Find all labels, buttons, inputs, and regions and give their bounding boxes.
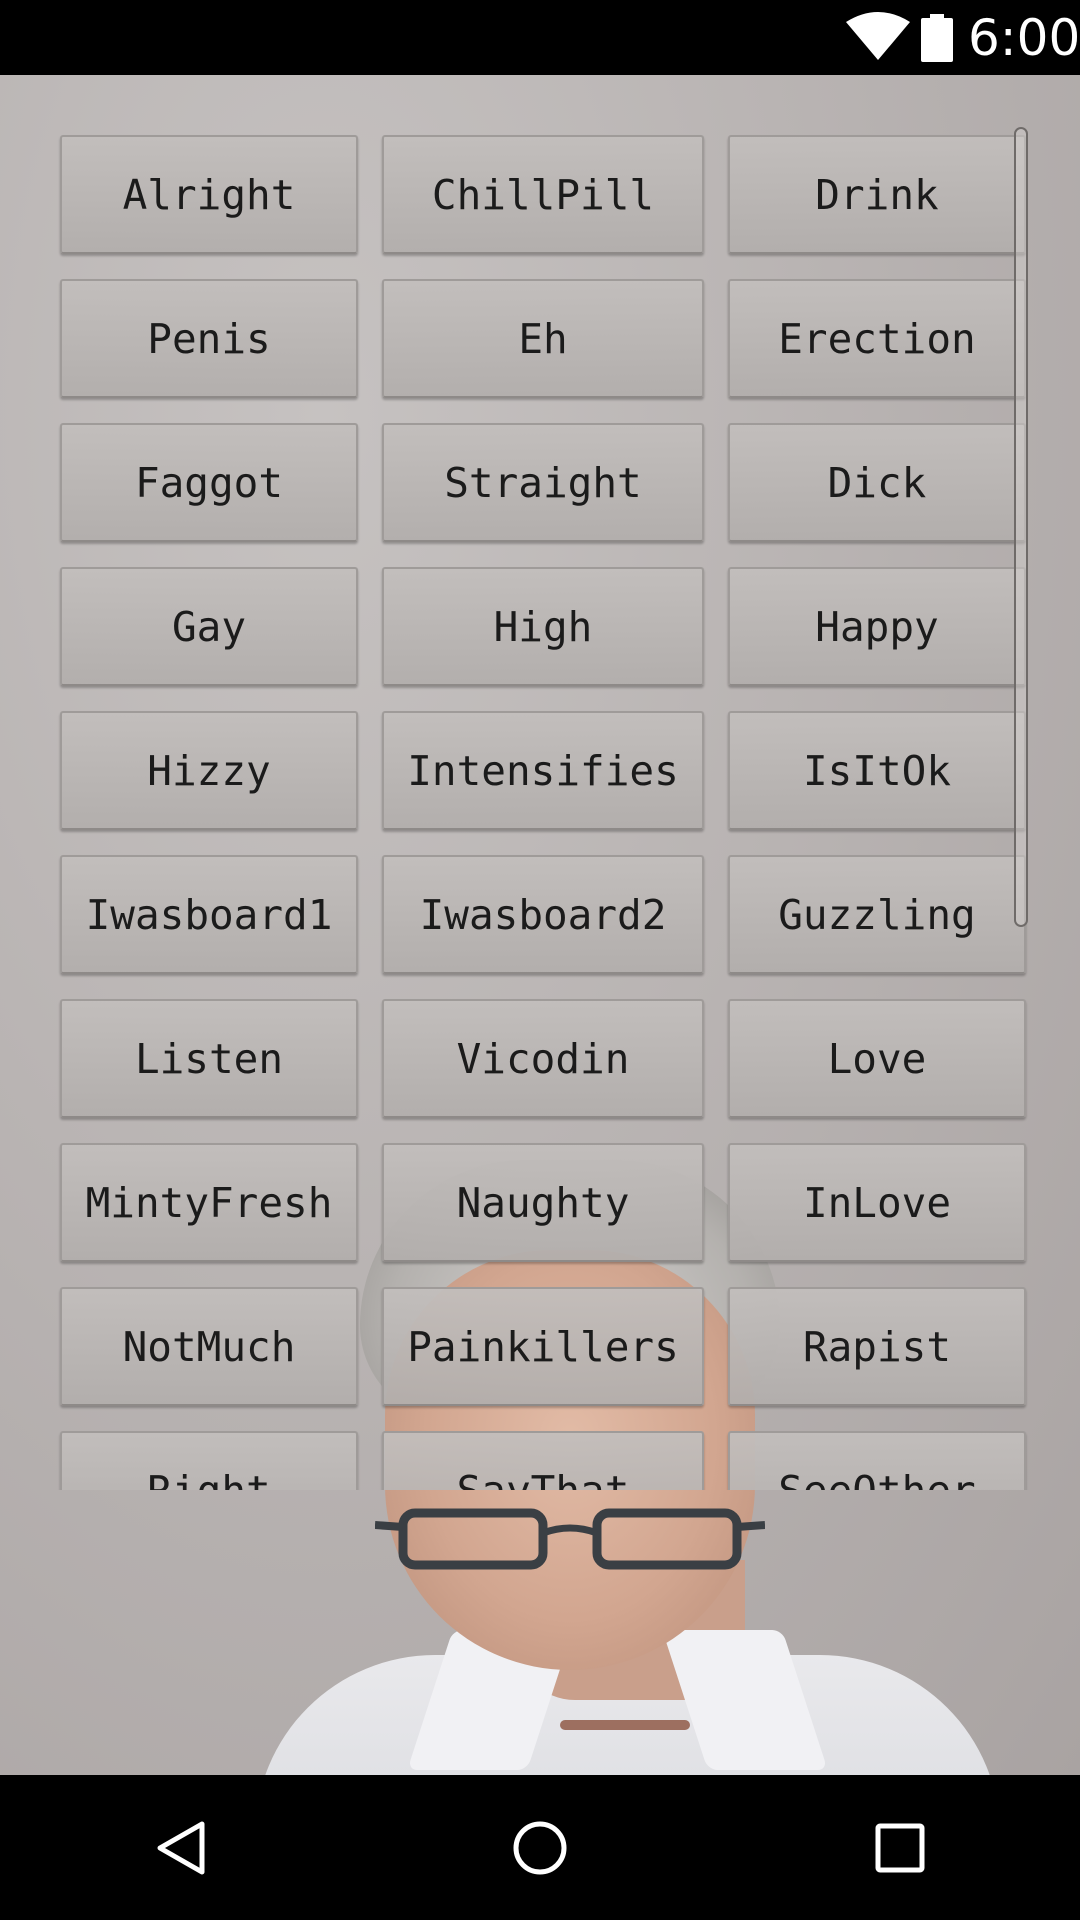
sound-button[interactable]: Iwasboard2 [382,855,704,974]
sound-button[interactable]: Drink [728,135,1026,254]
sound-button[interactable]: ChillPill [382,135,704,254]
sound-button[interactable]: Faggot [60,423,358,542]
sound-button[interactable]: Intensifies [382,711,704,830]
sound-button[interactable]: Gay [60,567,358,686]
wifi-icon [846,12,910,60]
home-icon [513,1821,567,1874]
status-time: 6:00 [968,9,1080,67]
scrollbar[interactable] [1014,127,1028,927]
sound-button[interactable]: MintyFresh [60,1143,358,1262]
sound-button[interactable]: Guzzling [728,855,1026,974]
recents-button[interactable] [840,1795,960,1900]
sound-button[interactable]: Happy [728,567,1026,686]
sound-button[interactable]: Dick [728,423,1026,542]
sound-button[interactable]: Vicodin [382,999,704,1118]
sound-button[interactable]: IsItOk [728,711,1026,830]
sound-button[interactable]: Iwasboard1 [60,855,358,974]
sound-button[interactable]: Rapist [728,1287,1026,1406]
sound-button[interactable]: High [382,567,704,686]
sound-button[interactable]: Eh [382,279,704,398]
sound-button[interactable]: InLove [728,1143,1026,1262]
soundboard-screen: Alright ChillPill Drink Penis Eh Erectio… [0,75,1080,1775]
sound-button[interactable]: Listen [60,999,358,1118]
sound-button[interactable]: Painkillers [382,1287,704,1406]
back-icon [157,1821,205,1874]
sound-button[interactable]: Right [60,1431,358,1490]
sound-button[interactable]: Alright [60,135,358,254]
sound-button[interactable]: Penis [60,279,358,398]
sound-button-list[interactable]: Alright ChillPill Drink Penis Eh Erectio… [0,75,1080,1490]
home-button[interactable] [480,1795,600,1900]
navigation-bar [0,1775,1080,1920]
sound-button[interactable]: NotMuch [60,1287,358,1406]
sound-button-grid: Alright ChillPill Drink Penis Eh Erectio… [60,135,1026,1490]
sound-button[interactable]: Erection [728,279,1026,398]
back-button[interactable] [120,1795,240,1900]
battery-icon [921,14,953,62]
sound-button[interactable]: Hizzy [60,711,358,830]
sound-button[interactable]: Love [728,999,1026,1118]
sound-button[interactable]: SayThat [382,1431,704,1490]
status-bar: 6:00 [0,0,1080,75]
sound-button[interactable]: Straight [382,423,704,542]
sound-button[interactable]: Naughty [382,1143,704,1262]
recents-icon [875,1823,925,1872]
sound-button[interactable]: SeeOther [728,1431,1026,1490]
